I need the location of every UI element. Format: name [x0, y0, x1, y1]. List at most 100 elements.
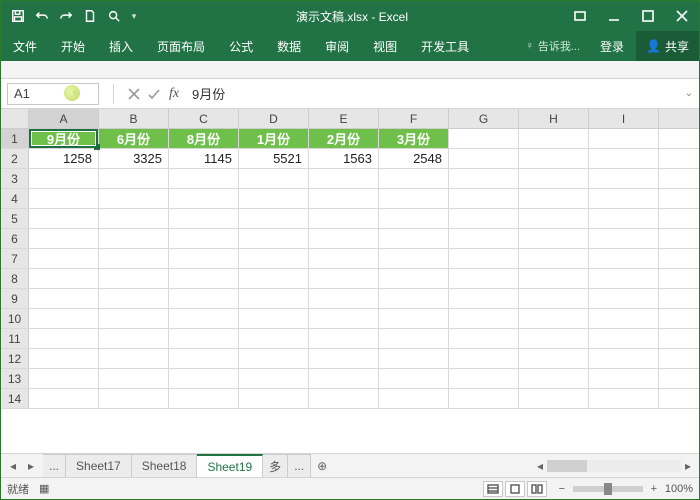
cell[interactable] — [29, 349, 99, 368]
cell[interactable] — [519, 389, 589, 408]
cell[interactable] — [379, 169, 449, 188]
cell[interactable] — [239, 289, 309, 308]
row-header[interactable]: 6 — [1, 229, 29, 248]
cell[interactable] — [519, 249, 589, 268]
cell[interactable] — [449, 389, 519, 408]
cell[interactable] — [239, 189, 309, 208]
cell[interactable] — [239, 169, 309, 188]
name-box-input[interactable] — [8, 86, 68, 101]
cell[interactable] — [239, 269, 309, 288]
select-all-corner[interactable] — [1, 109, 29, 128]
cell[interactable] — [519, 129, 589, 148]
row-header[interactable]: 14 — [1, 389, 29, 408]
cell[interactable] — [309, 249, 379, 268]
zoom-slider[interactable] — [573, 486, 643, 492]
cell[interactable] — [449, 309, 519, 328]
share-button[interactable]: 👤共享 — [636, 31, 699, 61]
cell[interactable] — [99, 389, 169, 408]
cell[interactable] — [379, 349, 449, 368]
cell[interactable] — [449, 229, 519, 248]
cell[interactable] — [379, 189, 449, 208]
row-header[interactable]: 8 — [1, 269, 29, 288]
tab-developer[interactable]: 开发工具 — [409, 31, 481, 61]
new-file-icon[interactable] — [79, 5, 101, 27]
cell[interactable] — [169, 229, 239, 248]
cell[interactable] — [29, 189, 99, 208]
col-header[interactable]: E — [309, 109, 379, 128]
cell[interactable] — [169, 389, 239, 408]
cell[interactable] — [309, 329, 379, 348]
cell[interactable] — [239, 329, 309, 348]
cell[interactable] — [29, 269, 99, 288]
row-header[interactable]: 11 — [1, 329, 29, 348]
tab-home[interactable]: 开始 — [49, 31, 97, 61]
cell[interactable] — [589, 209, 659, 228]
cell[interactable] — [309, 349, 379, 368]
cell[interactable] — [169, 209, 239, 228]
cell[interactable] — [29, 169, 99, 188]
cell[interactable] — [309, 389, 379, 408]
cell[interactable]: 1258 — [29, 149, 99, 168]
cell[interactable] — [169, 169, 239, 188]
col-header[interactable]: D — [239, 109, 309, 128]
cell[interactable] — [449, 189, 519, 208]
page-break-view-icon[interactable] — [527, 481, 547, 497]
row-header[interactable]: 1 — [1, 129, 29, 148]
cell[interactable] — [29, 249, 99, 268]
cell[interactable] — [309, 209, 379, 228]
cell[interactable] — [99, 369, 169, 388]
sheet-tab[interactable]: Sheet17 — [66, 454, 132, 477]
cell[interactable] — [309, 289, 379, 308]
cell[interactable] — [29, 329, 99, 348]
cell[interactable] — [379, 249, 449, 268]
cell[interactable]: 2548 — [379, 149, 449, 168]
cell[interactable] — [519, 209, 589, 228]
save-icon[interactable] — [7, 5, 29, 27]
cell[interactable] — [29, 209, 99, 228]
cell[interactable] — [379, 269, 449, 288]
maximize-icon[interactable] — [631, 1, 665, 31]
qat-customize-icon[interactable]: ▾ — [127, 5, 141, 27]
cell[interactable] — [99, 349, 169, 368]
col-header[interactable]: H — [519, 109, 589, 128]
cell[interactable] — [589, 269, 659, 288]
tab-insert[interactable]: 插入 — [97, 31, 145, 61]
cell[interactable] — [449, 149, 519, 168]
cell[interactable] — [99, 269, 169, 288]
cell[interactable] — [99, 169, 169, 188]
cell[interactable] — [519, 169, 589, 188]
cell[interactable] — [589, 129, 659, 148]
cell[interactable] — [519, 369, 589, 388]
cell[interactable] — [239, 309, 309, 328]
cell[interactable] — [519, 329, 589, 348]
cell[interactable] — [239, 369, 309, 388]
col-header[interactable]: C — [169, 109, 239, 128]
cell[interactable] — [449, 249, 519, 268]
cell[interactable]: 3月份 — [379, 129, 449, 148]
cell[interactable] — [589, 169, 659, 188]
cell[interactable] — [99, 209, 169, 228]
tab-pagelayout[interactable]: 页面布局 — [145, 31, 217, 61]
cell[interactable] — [449, 169, 519, 188]
row-header[interactable]: 5 — [1, 209, 29, 228]
cell[interactable] — [589, 189, 659, 208]
cell[interactable]: 5521 — [239, 149, 309, 168]
cell[interactable] — [589, 369, 659, 388]
macro-record-icon[interactable]: ▦ — [39, 482, 49, 495]
col-header[interactable]: G — [449, 109, 519, 128]
col-header[interactable]: B — [99, 109, 169, 128]
cell[interactable] — [239, 209, 309, 228]
col-header[interactable]: F — [379, 109, 449, 128]
cell[interactable] — [99, 189, 169, 208]
cell[interactable]: 8月份 — [169, 129, 239, 148]
cell[interactable]: 2月份 — [309, 129, 379, 148]
cell[interactable] — [99, 229, 169, 248]
signin-button[interactable]: 登录 — [588, 31, 636, 61]
cell[interactable] — [379, 289, 449, 308]
cell[interactable] — [309, 169, 379, 188]
cell[interactable] — [379, 329, 449, 348]
tab-review[interactable]: 审阅 — [313, 31, 361, 61]
cell[interactable] — [29, 229, 99, 248]
sheet-tab[interactable]: Sheet18 — [132, 454, 198, 477]
cell[interactable]: 1563 — [309, 149, 379, 168]
